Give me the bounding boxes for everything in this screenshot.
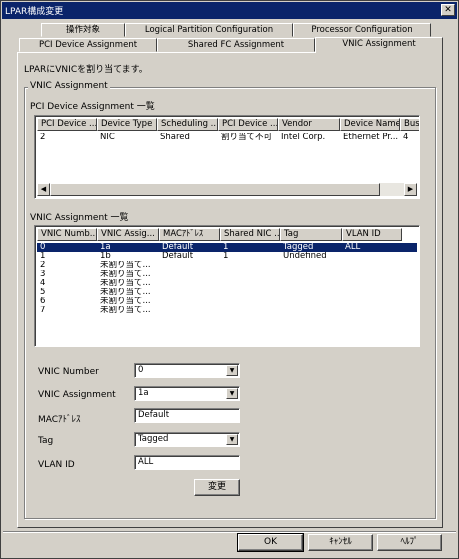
table-cell: Shared — [160, 133, 190, 142]
table-cell: 未割り当て... — [100, 288, 151, 297]
pci-list-hscrollbar[interactable]: ◀ ▶ — [37, 183, 417, 196]
table-cell: ALL — [345, 243, 361, 252]
vnic-number-select[interactable]: 0 ▼ — [134, 363, 240, 378]
table-cell: 1 — [40, 252, 46, 261]
table-cell: 1 — [223, 243, 229, 252]
vnic-col-assignment[interactable]: VNIC Assig... — [97, 228, 159, 241]
table-cell: 4 — [403, 133, 409, 142]
window-title: LPAR構成変更 — [5, 7, 64, 17]
table-cell: 1b — [100, 252, 111, 261]
vnic-assignment-label: VNIC Assignment — [38, 390, 116, 400]
tag-select[interactable]: Tagged ▼ — [134, 432, 240, 447]
pci-col-device-no[interactable]: PCI Device ... — [37, 118, 97, 131]
chevron-down-icon[interactable]: ▼ — [226, 388, 238, 399]
table-cell: 未割り当て... — [100, 261, 151, 270]
vnic-col-tag[interactable]: Tag — [280, 228, 342, 241]
table-cell: 4 — [40, 279, 46, 288]
ok-button[interactable]: OK — [237, 533, 304, 552]
group-label: VNIC Assignment — [28, 81, 110, 91]
table-cell: Default — [162, 252, 194, 261]
lpar-config-window: LPAR構成変更 ✕ 操作対象 Logical Partition Config… — [0, 0, 459, 559]
vlan-id-field[interactable]: ALL — [134, 455, 240, 470]
table-row[interactable]: 4 未割り当て... — [37, 279, 417, 288]
cancel-button[interactable]: ｷｬﾝｾﾙ — [308, 534, 373, 551]
vnic-col-number[interactable]: VNIC Numb... — [37, 228, 97, 241]
tag-label: Tag — [38, 436, 54, 446]
vnic-assignment-value: 1a — [138, 388, 149, 398]
tab-logical-partition-configuration[interactable]: Logical Partition Configuration — [125, 23, 293, 37]
table-cell: Ethernet Pr... — [343, 133, 399, 142]
pci-col-pci-device[interactable]: PCI Device ... — [218, 118, 278, 131]
table-cell: 7 — [40, 306, 46, 315]
chevron-down-icon[interactable]: ▼ — [226, 434, 238, 445]
table-cell: Intel Corp. — [281, 133, 326, 142]
vnic-list-heading: VNIC Assignment 一覧 — [30, 213, 129, 223]
tab-processor-configuration[interactable]: Processor Configuration — [293, 23, 431, 37]
table-cell: 未割り当て... — [100, 270, 151, 279]
intro-text: LPARにVNICを割り当てます。 — [24, 65, 148, 75]
table-cell: 0 — [40, 243, 46, 252]
pci-col-device-type[interactable]: Device Type — [97, 118, 157, 131]
table-cell: NIC — [100, 133, 115, 142]
pci-col-scheduling[interactable]: Scheduling ... — [157, 118, 218, 131]
vnic-number-label: VNIC Number — [38, 367, 99, 377]
tab-pci-device-assignment[interactable]: PCI Device Assignment — [19, 38, 157, 52]
table-cell: Undefined — [283, 252, 327, 261]
pci-col-vendor[interactable]: Vendor — [278, 118, 340, 131]
table-cell: 3 — [40, 270, 46, 279]
table-row[interactable]: 2 NIC Shared 割り当て不可 Intel Corp. Ethernet… — [37, 133, 417, 142]
change-button[interactable]: 変更 — [194, 479, 240, 496]
table-cell: 未割り当て... — [100, 306, 151, 315]
pci-device-list[interactable]: PCI Device ... Device Type Scheduling ..… — [34, 115, 420, 199]
tag-value: Tagged — [138, 434, 169, 444]
table-cell: 割り当て不可 — [221, 133, 273, 142]
chevron-down-icon[interactable]: ▼ — [226, 365, 238, 376]
vnic-assignment-select[interactable]: 1a ▼ — [134, 386, 240, 401]
footer-separator — [3, 531, 456, 533]
table-row[interactable]: 3 未割り当て... — [37, 270, 417, 279]
table-row[interactable]: 0 1a Default 1 Tagged ALL — [37, 243, 417, 252]
tab-operation-target[interactable]: 操作対象 — [41, 23, 125, 37]
tab-panel: LPARにVNICを割り当てます。 VNIC Assignment PCI De… — [17, 52, 443, 528]
help-button[interactable]: ﾍﾙﾌﾟ — [377, 534, 442, 551]
tab-shared-fc-assignment[interactable]: Shared FC Assignment — [157, 38, 315, 52]
pci-list-header: PCI Device ... Device Type Scheduling ..… — [37, 118, 419, 131]
pci-col-device-name[interactable]: Device Name — [340, 118, 400, 131]
table-cell: 2 — [40, 133, 46, 142]
close-icon[interactable]: ✕ — [441, 4, 455, 16]
table-row[interactable]: 5 未割り当て... — [37, 288, 417, 297]
table-cell: Tagged — [283, 243, 314, 252]
table-cell: 未割り当て... — [100, 279, 151, 288]
scroll-right-icon[interactable]: ▶ — [404, 183, 417, 196]
scroll-thumb[interactable] — [50, 183, 380, 196]
vnic-list-header: VNIC Numb... VNIC Assig... MACｱﾄﾞﾚｽ Shar… — [37, 228, 417, 241]
pci-list-heading: PCI Device Assignment 一覧 — [30, 102, 155, 112]
vnic-number-value: 0 — [138, 365, 144, 375]
table-cell: 2 — [40, 261, 46, 270]
title-bar: LPAR構成変更 ✕ — [2, 2, 457, 19]
table-cell: 5 — [40, 288, 46, 297]
vnic-assignment-list[interactable]: VNIC Numb... VNIC Assig... MACｱﾄﾞﾚｽ Shar… — [34, 225, 420, 347]
table-row[interactable]: 6 未割り当て... — [37, 297, 417, 306]
table-row[interactable]: 1 1b Default 1 Undefined — [37, 252, 417, 261]
pci-col-bus-no[interactable]: Bus N... — [400, 118, 419, 131]
vnic-col-shared-nic[interactable]: Shared NIC ... — [220, 228, 280, 241]
table-row[interactable]: 2 未割り当て... — [37, 261, 417, 270]
vlan-id-label: VLAN ID — [38, 460, 75, 470]
vnic-col-vlan-id[interactable]: VLAN ID — [342, 228, 402, 241]
table-cell: 未割り当て... — [100, 297, 151, 306]
table-cell: 6 — [40, 297, 46, 306]
scroll-left-icon[interactable]: ◀ — [37, 183, 50, 196]
vnic-col-mac[interactable]: MACｱﾄﾞﾚｽ — [159, 228, 220, 241]
table-row[interactable]: 7 未割り当て... — [37, 306, 417, 315]
mac-address-field[interactable]: Default — [134, 408, 240, 423]
mac-address-label: MACｱﾄﾞﾚｽ — [38, 415, 81, 425]
table-cell: Default — [162, 243, 194, 252]
tab-vnic-assignment[interactable]: VNIC Assignment — [315, 37, 443, 53]
table-cell: 1 — [223, 252, 229, 261]
table-cell: 1a — [100, 243, 111, 252]
